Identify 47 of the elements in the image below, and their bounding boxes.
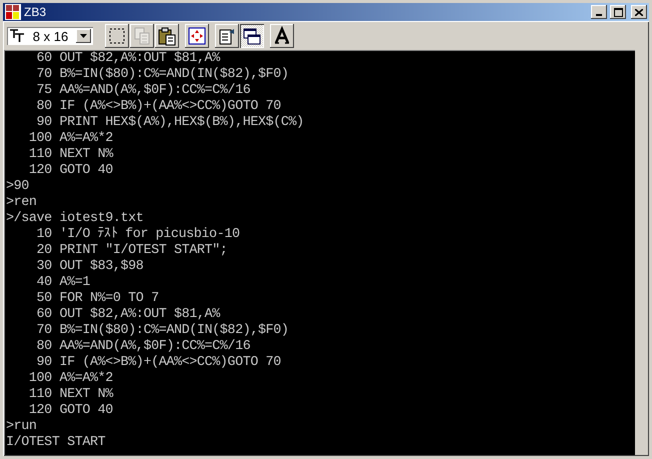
close-button[interactable]	[631, 5, 647, 19]
terminal-line: 120 GOTO 40	[28, 403, 113, 419]
terminal-line: 90 PRINT HEX$(A%),HEX$(B%),HEX$(C%)	[36, 115, 304, 131]
window-button[interactable]	[240, 24, 264, 48]
terminal-line: 110 NEXT N%	[28, 387, 113, 403]
terminal-line: >ren	[6, 195, 37, 211]
terminal-line: 120 GOTO 40	[28, 163, 113, 179]
window-icon	[242, 26, 262, 46]
terminal-line: >run	[6, 419, 37, 435]
properties-button[interactable]	[215, 24, 239, 48]
maximize-icon	[614, 8, 622, 16]
font-button[interactable]	[270, 24, 294, 48]
terminal-line: 110 NEXT N%	[28, 147, 113, 163]
select-button[interactable]	[105, 24, 129, 48]
font-icon	[272, 26, 292, 46]
terminal-line: 20 PRINT "I/OTEST START";	[36, 243, 228, 259]
terminal-line: I/OTEST START	[6, 435, 106, 451]
minimize-button[interactable]	[591, 5, 607, 19]
terminal-line: 30 OUT $83,$98	[36, 259, 144, 275]
terminal-line: >/save iotest9.txt	[6, 211, 144, 226]
terminal-line: 10 'I/O ﾃｽﾄ for picusbio-10	[36, 227, 240, 243]
copy-icon	[132, 26, 152, 46]
font-size-dropdown[interactable]: 8 x 16	[7, 27, 93, 45]
select-icon	[107, 26, 127, 46]
paste-button[interactable]	[155, 24, 179, 48]
window-title: ZB3	[24, 5, 48, 19]
terminal-line: 70 B%=IN($80):C%=AND(IN($82),$F0)	[36, 67, 289, 83]
caret-icon	[80, 34, 87, 38]
terminal-line: 60 OUT $82,A%:OUT $81,A%	[36, 51, 220, 67]
terminal-line: 75 AA%=AND(A%,$0F):CC%=C%/16	[36, 83, 250, 99]
terminal-line: 80 IF (A%<>B%)+(AA%<>CC%)GOTO 70	[36, 99, 281, 115]
terminal-line: 40 A%=1	[36, 275, 90, 291]
maximize-button[interactable]	[610, 5, 626, 19]
move-icon	[187, 26, 207, 46]
move-button[interactable]	[185, 24, 209, 48]
terminal-line: 90 IF (A%<>B%)+(AA%<>CC%)GOTO 70	[36, 355, 281, 371]
terminal-line: 80 AA%=AND(A%,$0F):CC%=C%/16	[36, 339, 250, 355]
font-icon	[9, 29, 25, 43]
close-icon	[635, 8, 643, 16]
terminal-line: >90	[6, 179, 29, 195]
terminal-line: 50 FOR N%=0 TO 7	[36, 291, 159, 307]
paste-icon	[157, 26, 177, 46]
properties-icon	[217, 26, 237, 46]
terminal-line: 100 A%=A%*2	[28, 371, 113, 387]
terminal-line: 100 A%=A%*2	[28, 131, 113, 147]
terminal-line: 60 OUT $82,A%:OUT $81,A%	[36, 307, 220, 323]
terminal-line: 70 B%=IN($80):C%=AND(IN($82),$F0)	[36, 323, 289, 339]
